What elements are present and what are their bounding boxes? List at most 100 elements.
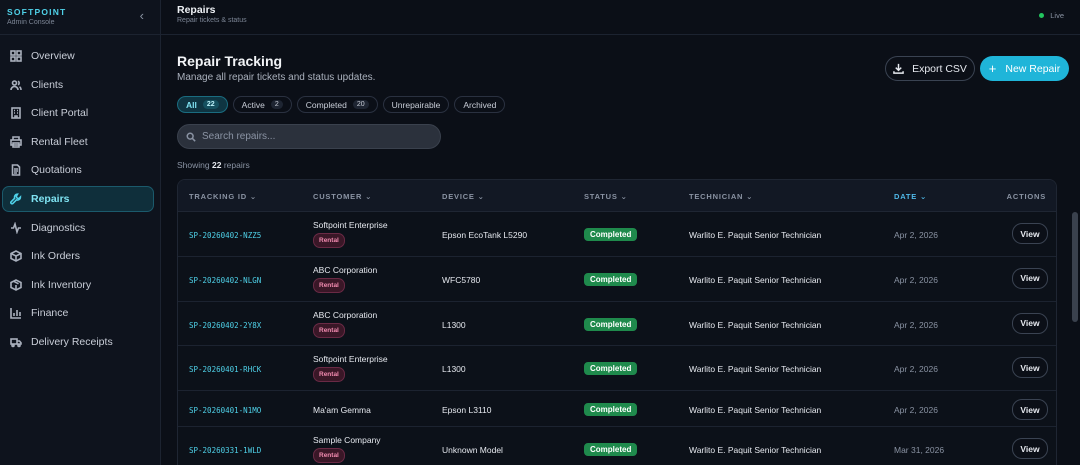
plus-icon: + [988,61,997,76]
wrench-icon [10,193,22,205]
view-button[interactable]: View [1012,267,1048,289]
table-row: SP-20260331-1WLD Sample Company Rental U… [178,427,1056,465]
sidebar-item-repairs[interactable]: Repairs [2,185,154,212]
date-cell: Apr 2, 2026 [894,274,938,285]
new-repair-button[interactable]: + New Repair [980,56,1069,81]
download-icon [893,63,904,74]
sidebar-item-rental-fleet[interactable]: Rental Fleet [2,129,154,155]
view-button[interactable]: View [1012,312,1048,334]
showing-prefix: Showing [177,160,210,170]
table-row: SP-20260402-NZZ5 Softpoint Enterprise Re… [178,212,1056,257]
customer-name: ABC Corporation [313,309,378,320]
col-label: TECHNICIAN [689,192,744,201]
search-box [177,124,441,149]
customer-name: Ma'am Gemma [313,405,371,416]
sidebar-item-client-portal[interactable]: Client Portal [2,100,154,126]
topbar: Repairs Repair tickets & status Live [161,0,1080,35]
chevron-down-icon: ⌄ [620,192,628,201]
page-subtitle: Manage all repair tickets and status upd… [177,72,376,83]
scrollbar-thumb[interactable] [1072,212,1078,322]
sidebar-item-label: Repairs [31,192,70,205]
sidebar: SOFTPOINT Admin Console ‹ Overview Clien… [0,0,161,465]
table-row: SP-20260402-NLGN ABC Corporation Rental … [178,257,1056,302]
truck-icon [10,336,22,348]
export-csv-button[interactable]: Export CSV [885,56,975,81]
status-filters: All 22 Active 2 Completed 20 Unrepairabl… [177,96,510,113]
filter-count: 2 [270,100,283,109]
rental-tag: Rental [313,233,345,248]
collapse-sidebar-icon[interactable]: ‹ [140,8,144,23]
tracking-id[interactable]: SP-20260402-NZZ5 [189,231,261,240]
view-button[interactable]: View [1012,223,1048,244]
col-date[interactable]: DATE ⌄ [894,192,927,201]
table-row: SP-20260401-RHCK Softpoint Enterprise Re… [178,346,1056,392]
filter-unrepairable[interactable]: Unrepairable [382,96,450,113]
export-csv-label: Export CSV [912,62,967,75]
sidebar-item-diagnostics[interactable]: Diagnostics [2,215,154,241]
brand: SOFTPOINT Admin Console ‹ [0,0,160,35]
device-cell: WFC5780 [442,274,481,285]
sidebar-item-label: Overview [31,50,75,62]
sidebar-item-clients[interactable]: Clients [2,72,154,98]
filter-archived[interactable]: Archived [454,96,506,113]
filter-label: Unrepairable [391,99,441,110]
tracking-id[interactable]: SP-20260331-1WLD [189,446,261,455]
sidebar-item-overview[interactable]: Overview [2,43,154,69]
col-status[interactable]: STATUS ⌄ [584,192,628,201]
technician-cell: Warlito E. Paquit Senior Technician [689,274,822,285]
bar-chart-icon [10,307,22,320]
sidebar-item-ink-orders[interactable]: Ink Orders [2,243,154,269]
status-cell: Completed [584,403,638,417]
rental-tag: Rental [313,322,345,338]
customer-cell: Sample Company Rental [313,435,381,464]
tracking-id[interactable]: SP-20260402-2Y8X [189,321,261,330]
filter-all[interactable]: All 22 [177,96,228,113]
rental-tag: Rental [313,277,345,293]
date-cell: Apr 2, 2026 [894,364,938,375]
sidebar-item-delivery-receipts[interactable]: Delivery Receipts [2,329,154,355]
sidebar-item-finance[interactable]: Finance [2,300,154,326]
customer-cell: ABC Corporation Rental [313,310,377,338]
col-label: CUSTOMER [313,192,363,201]
tracking-id[interactable]: SP-20260401-RHCK [189,365,261,374]
date-cell: Apr 2, 2026 [894,230,938,240]
printer-icon [10,135,22,148]
result-count: Showing 22 repairs [177,160,250,170]
view-button[interactable]: View [1012,399,1048,421]
sidebar-item-quotations[interactable]: Quotations [2,157,154,183]
status-cell: Completed [584,228,638,241]
sidebar-item-label: Ink Orders [31,250,81,263]
topbar-title: Repairs [177,4,216,16]
date-cell: Mar 31, 2026 [894,445,945,456]
technician-cell: Warlito E. Paquit Senior Technician [689,364,822,375]
filter-completed[interactable]: Completed 20 [296,96,378,113]
rental-tag: Rental [313,367,345,383]
technician-cell: Warlito E. Paquit Senior Technician [689,319,822,330]
filter-active[interactable]: Active 2 [232,96,292,113]
brand-subtitle: Admin Console [7,19,55,26]
device-cell: Unknown Model [442,445,503,456]
sidebar-item-ink-inventory[interactable]: Ink Inventory [2,272,154,298]
live-dot-icon [1039,13,1045,18]
status-badge: Completed [584,362,638,376]
col-customer[interactable]: CUSTOMER ⌄ [313,192,372,201]
tracking-id[interactable]: SP-20260402-NLGN [189,276,261,285]
sidebar-item-label: Ink Inventory [31,278,92,291]
view-button[interactable]: View [1012,357,1048,379]
col-technician[interactable]: TECHNICIAN ⌄ [689,192,753,201]
col-label: TRACKING ID [189,192,247,201]
col-device[interactable]: DEVICE ⌄ [442,192,485,201]
customer-name: Softpoint Enterprise [313,220,388,230]
status-cell: Completed [584,272,638,286]
filter-count: 22 [202,100,219,109]
status-cell: Completed [584,317,638,331]
status-badge: Completed [584,403,638,417]
search-input[interactable] [202,131,422,142]
tracking-id[interactable]: SP-20260401-N1MO [189,406,261,415]
col-tracking-id[interactable]: TRACKING ID ⌄ [189,192,257,201]
chevron-down-icon: ⌄ [365,192,373,201]
view-button[interactable]: View [1012,438,1048,460]
filter-label: Completed [305,99,347,110]
date-cell: Apr 2, 2026 [894,405,938,416]
customer-name: Softpoint Enterprise [313,354,388,365]
